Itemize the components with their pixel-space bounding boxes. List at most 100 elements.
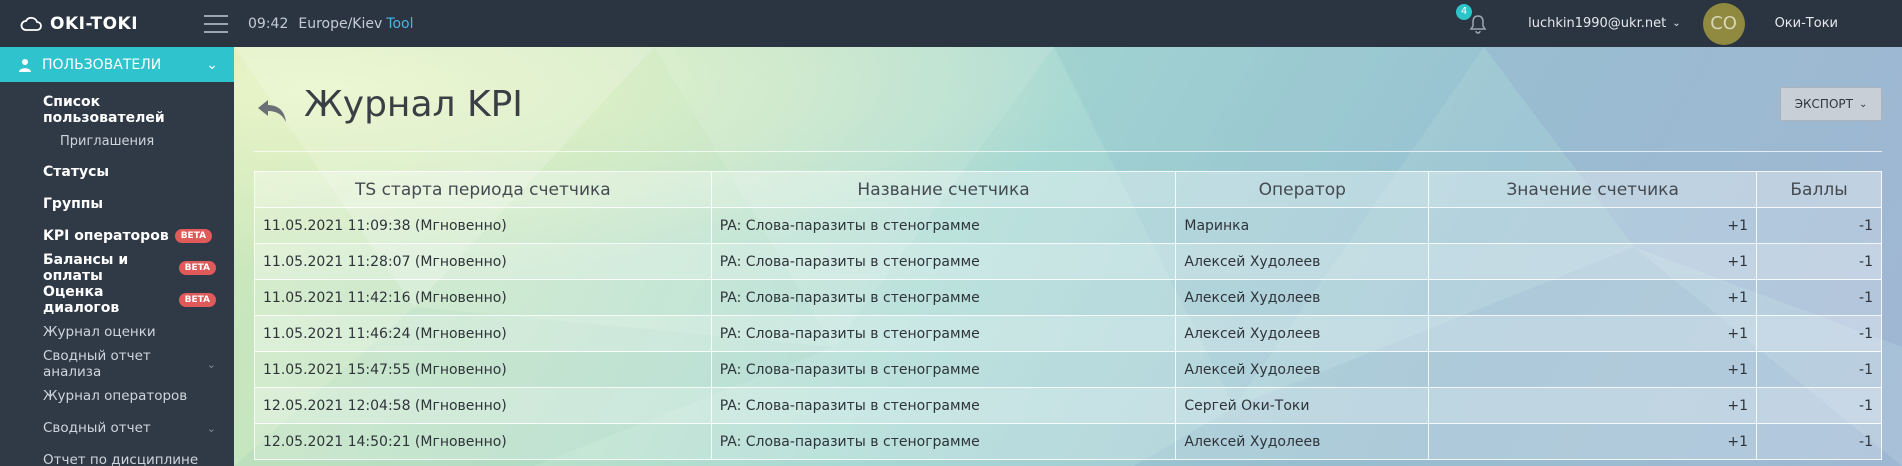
chevron-down-icon: ⌄	[1858, 98, 1868, 110]
cell-ts: 11.05.2021 11:42:16 (Мгновенно)	[254, 279, 712, 316]
sidebar-section-title: ПОЛЬЗОВАТЕЛИ	[42, 56, 162, 73]
sidebar-item-label: Журнал операторов	[43, 388, 188, 404]
cell-ts: 11.05.2021 15:47:55 (Мгновенно)	[254, 351, 712, 388]
page-header: Журнал KPI ЭКСПОРТ ⌄	[254, 82, 1882, 152]
cell-counter-name: PA: Слова-паразиты в стенограмме	[710, 351, 1177, 388]
sidebar-item-label: Журнал оценки	[43, 324, 156, 340]
user-email: luchkin1990@ukr.net	[1528, 16, 1667, 31]
cell-points: -1	[1756, 315, 1882, 352]
chevron-down-icon: ⌄	[206, 56, 218, 73]
cell-counter-value: +1	[1428, 387, 1758, 424]
cell-points: -1	[1756, 351, 1882, 388]
cell-counter-value: +1	[1428, 243, 1758, 280]
cell-counter-value: +1	[1428, 351, 1758, 388]
cell-ts: 12.05.2021 12:04:58 (Мгновенно)	[254, 387, 712, 424]
table-row[interactable]: 11.05.2021 11:46:24 (Мгновенно) PA: Слов…	[254, 315, 1882, 352]
sidebar-item-operators-log[interactable]: Журнал операторов	[0, 380, 234, 412]
sidebar-item-groups[interactable]: Группы	[0, 188, 234, 220]
cell-ts: 11.05.2021 11:28:07 (Мгновенно)	[254, 243, 712, 280]
sidebar-item-statuses[interactable]: Статусы	[0, 156, 234, 188]
cell-counter-name: PA: Слова-паразиты в стенограмме	[710, 387, 1177, 424]
cell-ts: 12.05.2021 14:50:21 (Мгновенно)	[254, 423, 712, 460]
cell-points: -1	[1756, 423, 1882, 460]
sidebar-item-rating-log[interactable]: Журнал оценки	[0, 316, 234, 348]
sidebar-item-users-list[interactable]: Список пользователей	[0, 94, 234, 126]
cell-counter-name: PA: Слова-паразиты в стенограмме	[710, 423, 1177, 460]
cell-operator: Алексей Худолеев	[1175, 351, 1430, 388]
cell-operator: Алексей Худолеев	[1175, 315, 1430, 352]
column-header-counter-value[interactable]: Значение счетчика	[1428, 171, 1758, 208]
sidebar-item-dialog-rating[interactable]: Оценка диалогов BETA	[0, 284, 234, 316]
tool-link[interactable]: Tool	[386, 16, 413, 32]
cell-counter-name: PA: Слова-паразиты в стенограмме	[710, 315, 1177, 352]
sidebar-item-invitations[interactable]: Приглашения	[0, 126, 234, 156]
notifications-count-badge: 4	[1456, 3, 1473, 20]
beta-badge: BETA	[174, 229, 213, 243]
beta-badge: BETA	[178, 261, 216, 275]
table-row[interactable]: 11.05.2021 15:47:55 (Мгновенно) PA: Слов…	[254, 351, 1882, 388]
cell-points: -1	[1756, 207, 1882, 244]
export-button-label: ЭКСПОРТ	[1794, 97, 1853, 111]
sidebar-item-operator-kpi[interactable]: KPI операторов BETA	[0, 220, 234, 252]
cell-counter-name: PA: Слова-паразиты в стенограмме	[710, 243, 1177, 280]
brand-name: OKI-TOKI	[50, 13, 139, 34]
cell-operator: Алексей Худолеев	[1175, 243, 1430, 280]
sidebar-item-label: Балансы и оплаты	[43, 252, 129, 284]
table-row[interactable]: 11.05.2021 11:42:16 (Мгновенно) PA: Слов…	[254, 279, 1882, 316]
chevron-down-icon: ⌄	[1672, 18, 1681, 29]
table-row[interactable]: 12.05.2021 14:50:21 (Мгновенно) PA: Слов…	[254, 423, 1882, 460]
cell-operator: Алексей Худолеев	[1175, 423, 1430, 460]
sidebar-item-label: Оценка диалогов	[43, 284, 120, 316]
clock-time: 09:42	[248, 15, 289, 32]
sidebar-item-balances[interactable]: Балансы и оплаты BETA	[0, 252, 234, 284]
top-right-area: 4 luchkin1990@ukr.net ⌄ CO Оки-Токи	[1456, 0, 1902, 47]
table-row[interactable]: 11.05.2021 11:28:07 (Мгновенно) PA: Слов…	[254, 243, 1882, 280]
page-title: Журнал KPI	[304, 84, 523, 125]
cell-counter-value: +1	[1428, 423, 1758, 460]
cloud-icon	[20, 16, 42, 31]
company-name[interactable]: Оки-Токи	[1775, 16, 1838, 31]
beta-badge: BETA	[178, 293, 216, 307]
cell-points: -1	[1756, 279, 1882, 316]
table-row[interactable]: 11.05.2021 11:09:38 (Мгновенно) PA: Слов…	[254, 207, 1882, 244]
cell-counter-value: +1	[1428, 279, 1758, 316]
cell-ts: 11.05.2021 11:09:38 (Мгновенно)	[254, 207, 712, 244]
sidebar-item-label: KPI операторов	[43, 228, 169, 244]
cell-operator: Алексей Худолеев	[1175, 279, 1430, 316]
sidebar-item-analysis-summary[interactable]: Сводный отчет анализа ⌄	[0, 348, 234, 380]
sidebar-item-label: Отчет по дисциплине	[43, 452, 199, 466]
sidebar-item-label: Статусы	[43, 164, 110, 180]
column-header-ts[interactable]: TS старта периода счетчика	[254, 171, 712, 208]
sidebar: ПОЛЬЗОВАТЕЛИ ⌄ Список пользователей Приг…	[0, 47, 234, 466]
table-header-row: TS старта периода счетчика Название счет…	[254, 171, 1882, 208]
sidebar-item-label: Приглашения	[60, 133, 155, 149]
export-button[interactable]: ЭКСПОРТ ⌄	[1780, 87, 1882, 121]
sidebar-item-discipline-report[interactable]: Отчет по дисциплине	[0, 444, 234, 466]
sidebar-item-label: Сводный отчет	[43, 420, 151, 436]
column-header-counter-name[interactable]: Название счетчика	[710, 171, 1177, 208]
notifications-button[interactable]: 4	[1456, 3, 1490, 36]
cell-points: -1	[1756, 243, 1882, 280]
sidebar-item-summary-report[interactable]: Сводный отчет ⌄	[0, 412, 234, 444]
sidebar-item-label: Группы	[43, 196, 104, 212]
cell-points: -1	[1756, 387, 1882, 424]
cell-operator: Сергей Оки-Токи	[1175, 387, 1430, 424]
column-header-points[interactable]: Баллы	[1756, 171, 1882, 208]
brand-logo[interactable]: OKI-TOKI	[0, 14, 234, 34]
kpi-log-table: TS старта периода счетчика Название счет…	[254, 171, 1882, 460]
chevron-down-icon: ⌄	[206, 421, 216, 435]
sidebar-item-label: Список пользователей	[43, 94, 165, 126]
sidebar-menu: Список пользователей Приглашения Статусы…	[0, 82, 234, 466]
back-arrow-icon[interactable]	[254, 92, 290, 128]
sidebar-section-users[interactable]: ПОЛЬЗОВАТЕЛИ ⌄	[0, 47, 234, 82]
sidebar-item-label: Сводный отчет анализа	[43, 348, 151, 380]
menu-toggle-icon[interactable]	[204, 14, 228, 33]
cell-counter-name: PA: Слова-паразиты в стенограмме	[710, 207, 1177, 244]
cell-ts: 11.05.2021 11:46:24 (Мгновенно)	[254, 315, 712, 352]
avatar[interactable]: CO	[1702, 2, 1745, 45]
top-bar: OKI-TOKI 09:42 Europe/Kiev Tool 4 luchki…	[0, 0, 1902, 47]
column-header-operator[interactable]: Оператор	[1175, 171, 1430, 208]
table-row[interactable]: 12.05.2021 12:04:58 (Мгновенно) PA: Слов…	[254, 387, 1882, 424]
user-menu[interactable]: luchkin1990@ukr.net ⌄	[1528, 16, 1680, 31]
chevron-down-icon: ⌄	[206, 357, 216, 371]
